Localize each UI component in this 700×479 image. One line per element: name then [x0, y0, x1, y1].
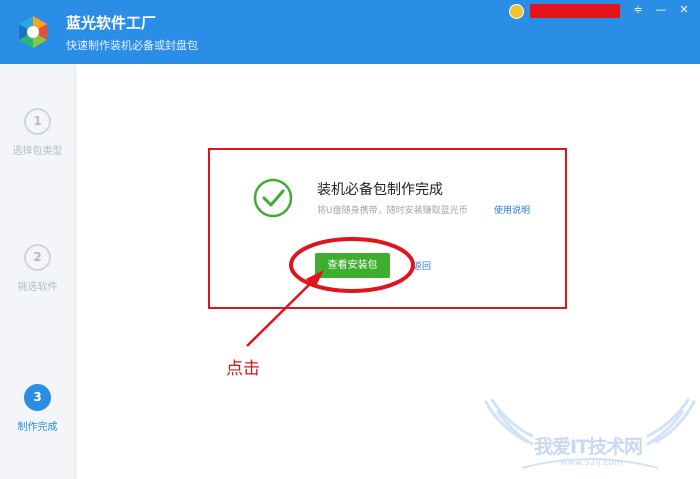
check-circle-icon: [253, 178, 293, 218]
view-package-button[interactable]: 查看安装包: [315, 253, 390, 278]
help-link[interactable]: 使用说明: [494, 203, 530, 216]
back-link[interactable]: 返回: [413, 259, 431, 272]
watermark-title: 我爱IT技术网: [534, 436, 643, 458]
app-title: 蓝光软件工厂: [66, 14, 157, 32]
step-select-type[interactable]: 1 选择包类型: [0, 108, 75, 157]
step-number-2: 2: [24, 244, 51, 271]
title-bar: 蓝光软件工厂 快速制作装机必备或封盘包 ≑ — ✕: [0, 0, 700, 64]
watermark-url: www.52ij.com: [560, 458, 623, 468]
minimize-icon[interactable]: —: [651, 1, 671, 19]
annotation-click-label: 点击: [226, 359, 260, 379]
step-number-3: 3: [24, 384, 51, 411]
step-label-2: 挑选软件: [17, 282, 58, 293]
result-title: 装机必备包制作完成: [317, 182, 443, 198]
result-hint: 将U盘随身携带，随时安装赚取蓝光币: [317, 206, 468, 216]
close-icon[interactable]: ✕: [674, 1, 694, 19]
step-number-1: 1: [24, 108, 51, 135]
annotation-highlight-box: [208, 148, 567, 309]
step-sidebar: 1 选择包类型 2 挑选软件 3 制作完成: [0, 64, 76, 479]
menu-icon[interactable]: ≑: [628, 1, 648, 19]
step-pick-software[interactable]: 2 挑选软件: [0, 244, 75, 293]
step-label-3: 制作完成: [17, 422, 58, 433]
step-label-1: 选择包类型: [12, 146, 63, 157]
user-avatar[interactable]: [509, 4, 524, 19]
app-logo-icon: [19, 16, 47, 48]
app-subtitle: 快速制作装机必备或封盘包: [66, 39, 198, 52]
user-name-redacted[interactable]: [530, 4, 620, 18]
step-finish[interactable]: 3 制作完成: [0, 384, 75, 433]
